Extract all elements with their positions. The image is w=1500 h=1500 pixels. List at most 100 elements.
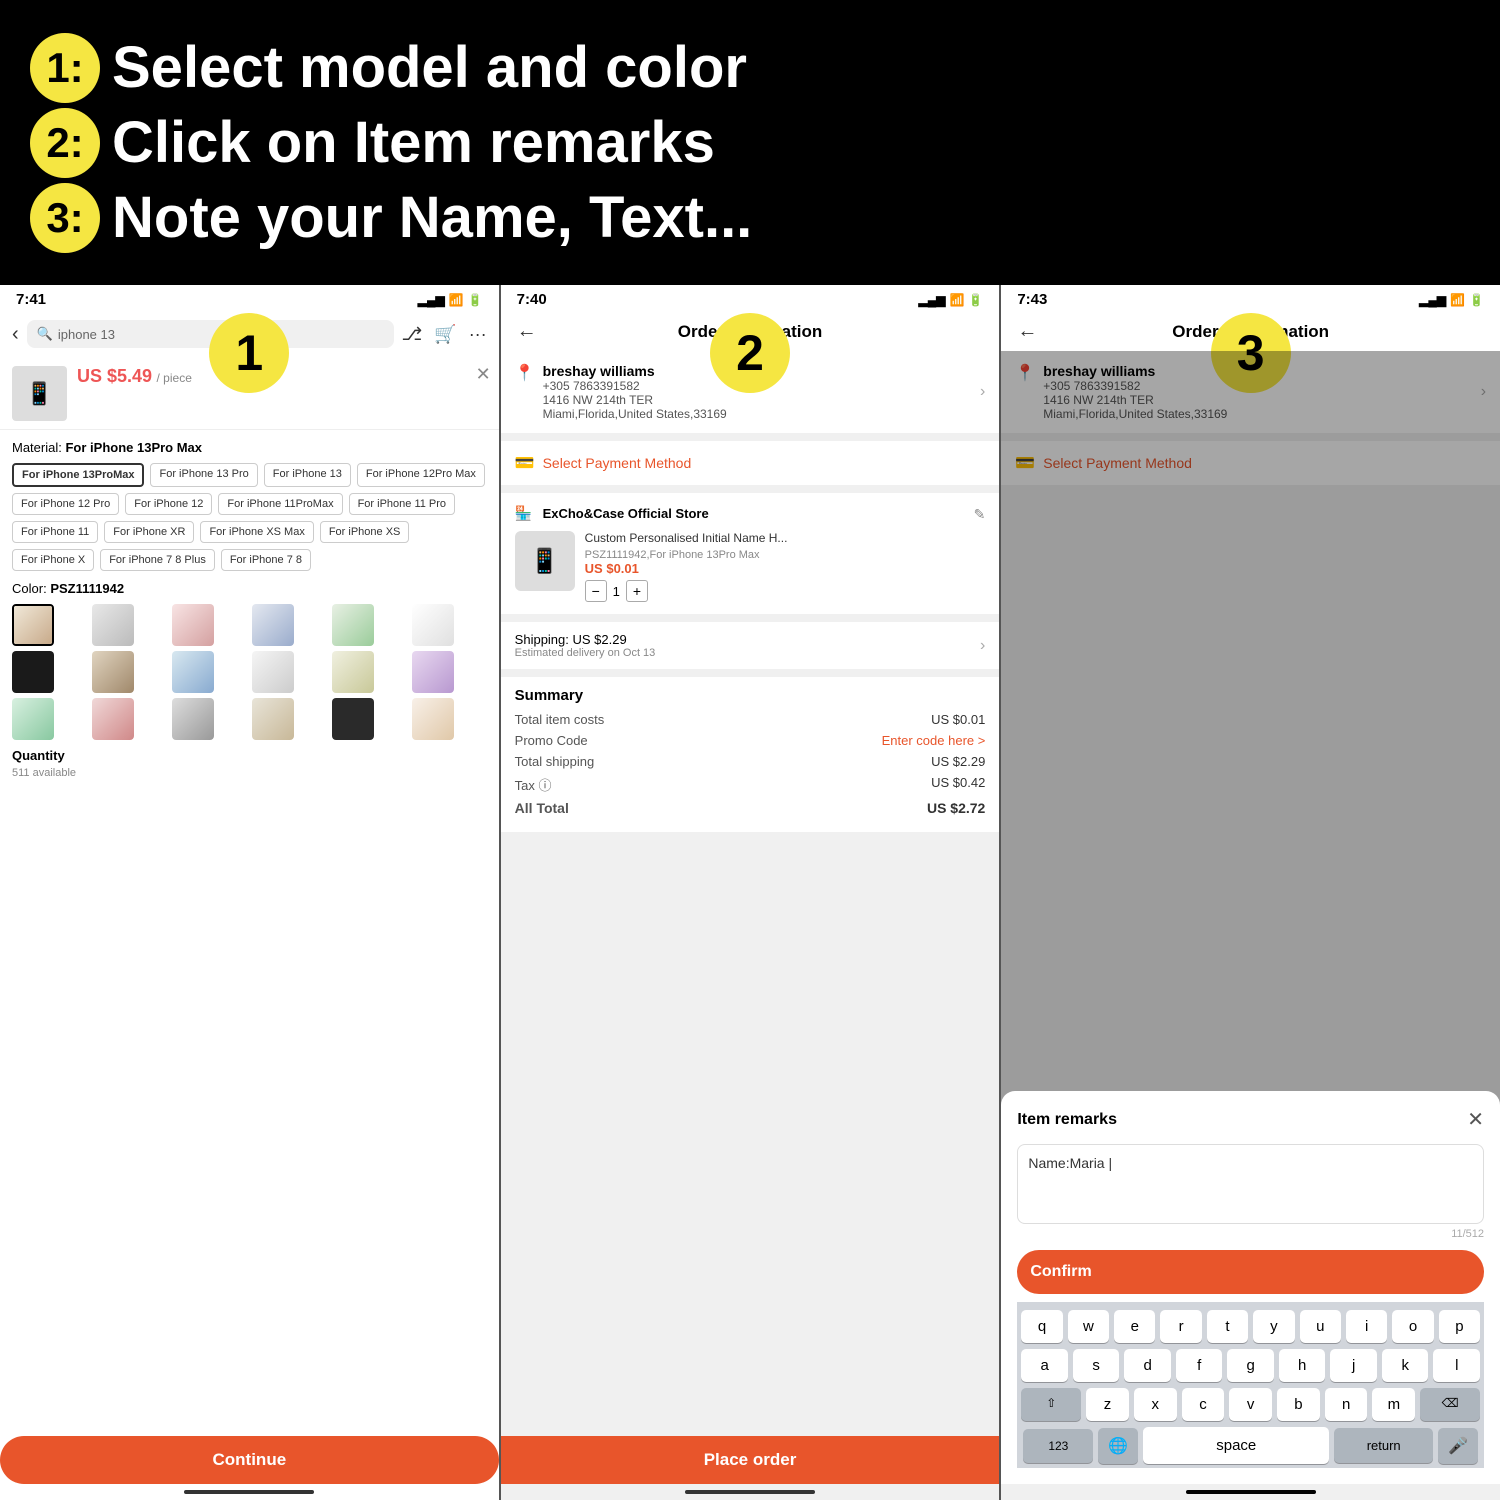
color-swatch-14[interactable] <box>92 698 134 740</box>
model-tag-12[interactable]: For iPhone X <box>12 549 94 571</box>
color-swatch-18[interactable] <box>412 698 454 740</box>
model-tag-10[interactable]: For iPhone XS Max <box>200 521 313 543</box>
key-a[interactable]: a <box>1021 1349 1068 1382</box>
key-n[interactable]: n <box>1325 1388 1368 1421</box>
modal-close-icon[interactable]: ✕ <box>1467 1107 1484 1132</box>
key-m[interactable]: m <box>1372 1388 1415 1421</box>
phone3-back-icon[interactable]: ← <box>1017 320 1037 343</box>
cart-icon[interactable]: 🛒 <box>434 324 456 345</box>
key-b[interactable]: b <box>1277 1388 1320 1421</box>
key-l[interactable]: l <box>1433 1349 1480 1382</box>
microphone-key[interactable]: 🎤 <box>1438 1428 1478 1464</box>
model-tag-5[interactable]: For iPhone 12 <box>125 493 212 515</box>
color-swatch-12[interactable] <box>412 651 454 693</box>
payment-section[interactable]: 💳 Select Payment Method <box>501 441 1000 485</box>
numbers-key[interactable]: 123 <box>1023 1429 1093 1463</box>
shift-key[interactable]: ⇧ <box>1021 1388 1081 1421</box>
model-tag-3[interactable]: For iPhone 12Pro Max <box>357 463 485 487</box>
color-swatch-5[interactable] <box>332 604 374 646</box>
key-v[interactable]: v <box>1229 1388 1272 1421</box>
remarks-input[interactable]: Name:Maria | <box>1017 1144 1484 1224</box>
color-swatch-9[interactable] <box>172 651 214 693</box>
key-h[interactable]: h <box>1279 1349 1326 1382</box>
key-p[interactable]: p <box>1439 1310 1480 1343</box>
instruction-text-2: Click on Item remarks <box>112 111 715 175</box>
delete-key[interactable]: ⌫ <box>1420 1388 1480 1421</box>
product-price-info: US $5.49 / piece <box>77 366 192 387</box>
color-swatch-6[interactable] <box>412 604 454 646</box>
color-swatch-1[interactable] <box>12 604 54 646</box>
model-tag-2[interactable]: For iPhone 13 <box>264 463 351 487</box>
model-tag-7[interactable]: For iPhone 11 Pro <box>349 493 455 515</box>
share-icon[interactable]: ⎇ <box>402 324 423 345</box>
space-key[interactable]: space <box>1143 1427 1329 1464</box>
summary-section: Summary Total item costs US $0.01 Promo … <box>501 677 1000 832</box>
color-swatch-15[interactable] <box>172 698 214 740</box>
edit-icon[interactable]: ✎ <box>974 506 986 523</box>
key-t[interactable]: t <box>1207 1310 1248 1343</box>
key-g[interactable]: g <box>1227 1349 1274 1382</box>
qty-increase[interactable]: + <box>626 580 648 602</box>
key-w[interactable]: w <box>1068 1310 1109 1343</box>
confirm-button[interactable]: Confirm <box>1017 1250 1484 1294</box>
order-item-title: Custom Personalised Initial Name H... <box>585 531 986 545</box>
model-tag-4[interactable]: For iPhone 12 Pro <box>12 493 119 515</box>
color-swatch-7[interactable] <box>12 651 54 693</box>
key-e[interactable]: e <box>1114 1310 1155 1343</box>
continue-button[interactable]: Continue <box>0 1436 499 1484</box>
color-swatch-16[interactable] <box>252 698 294 740</box>
close-button[interactable]: ✕ <box>476 364 491 385</box>
model-tag-11[interactable]: For iPhone XS <box>320 521 410 543</box>
key-f[interactable]: f <box>1176 1349 1223 1382</box>
phones-row: 1 7:41 ▂▄▆ 📶 🔋 ‹ 🔍 iphone 13 ⎇ 🛒 ··· <box>0 285 1500 1500</box>
model-tag-9[interactable]: For iPhone XR <box>104 521 194 543</box>
step-circle-2: 2: <box>30 108 100 178</box>
model-tag-13[interactable]: For iPhone 7 8 Plus <box>100 549 215 571</box>
key-i[interactable]: i <box>1346 1310 1387 1343</box>
model-tag-8[interactable]: For iPhone 11 <box>12 521 98 543</box>
key-r[interactable]: r <box>1160 1310 1201 1343</box>
key-d[interactable]: d <box>1124 1349 1171 1382</box>
globe-key[interactable]: 🌐 <box>1098 1428 1138 1464</box>
key-z[interactable]: z <box>1086 1388 1129 1421</box>
color-swatch-4[interactable] <box>252 604 294 646</box>
payment-icon: 💳 <box>515 453 535 473</box>
model-tag-0[interactable]: For iPhone 13ProMax <box>12 463 144 487</box>
key-s[interactable]: s <box>1073 1349 1120 1382</box>
more-icon[interactable]: ··· <box>469 324 487 345</box>
qty-decrease[interactable]: − <box>585 580 607 602</box>
key-c[interactable]: c <box>1182 1388 1225 1421</box>
key-x[interactable]: x <box>1134 1388 1177 1421</box>
color-swatch-13[interactable] <box>12 698 54 740</box>
color-swatch-10[interactable] <box>252 651 294 693</box>
back-icon[interactable]: ‹ <box>12 323 19 346</box>
summary-row-promo[interactable]: Promo Code Enter code here > <box>515 733 986 748</box>
store-name-row: 🏪 ExCho&Case Official Store <box>515 505 709 523</box>
order-item-price: US $0.01 <box>585 561 986 576</box>
color-swatch-17[interactable] <box>332 698 374 740</box>
model-tag-14[interactable]: For iPhone 7 8 <box>221 549 311 571</box>
quantity-section: Quantity 511 available <box>12 748 487 779</box>
quantity-available: 511 available <box>12 767 487 779</box>
phone2-step-badge: 2 <box>710 313 790 393</box>
model-tag-6[interactable]: For iPhone 11ProMax <box>218 493 342 515</box>
key-y[interactable]: y <box>1253 1310 1294 1343</box>
key-o[interactable]: o <box>1392 1310 1433 1343</box>
summary-row-tax: Tax ⓘ US $0.42 <box>515 775 986 794</box>
color-swatch-8[interactable] <box>92 651 134 693</box>
shipping-val: US $2.29 <box>931 754 985 769</box>
model-tag-1[interactable]: For iPhone 13 Pro <box>150 463 257 487</box>
return-key[interactable]: return <box>1334 1428 1433 1463</box>
color-grid <box>12 604 487 740</box>
key-u[interactable]: u <box>1300 1310 1341 1343</box>
key-q[interactable]: q <box>1021 1310 1062 1343</box>
color-swatch-11[interactable] <box>332 651 374 693</box>
key-j[interactable]: j <box>1330 1349 1377 1382</box>
key-k[interactable]: k <box>1382 1349 1429 1382</box>
color-swatch-2[interactable] <box>92 604 134 646</box>
place-order-button[interactable]: Place order <box>501 1436 1000 1484</box>
order-item-thumbnail: 📱 <box>515 531 575 591</box>
phone2-back-icon[interactable]: ← <box>517 320 537 343</box>
char-count: 11/512 <box>1017 1228 1484 1240</box>
color-swatch-3[interactable] <box>172 604 214 646</box>
